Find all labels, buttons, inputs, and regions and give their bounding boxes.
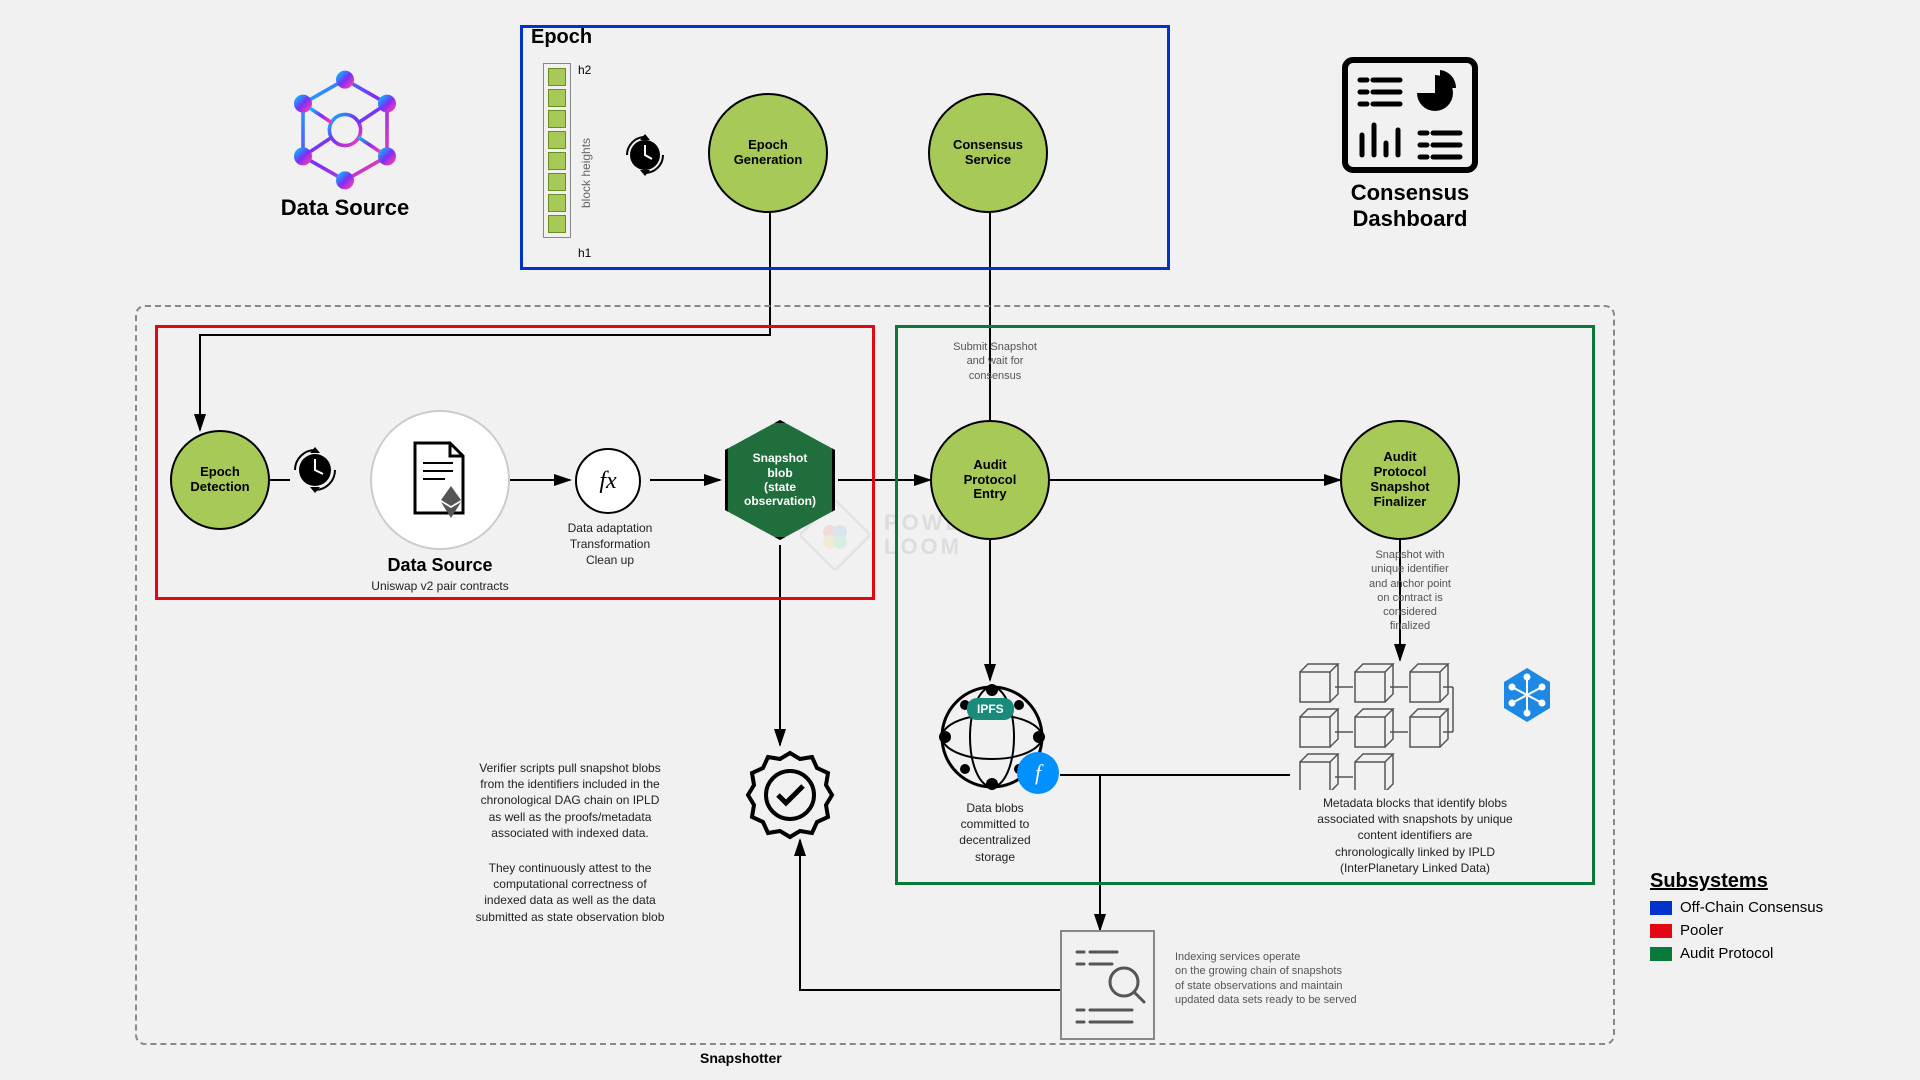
boxes-grid-icon bbox=[1295, 660, 1495, 790]
metadata-caption: Metadata blocks that identify blobs asso… bbox=[1270, 795, 1560, 876]
fx-caption: Data adaptation Transformation Clean up bbox=[545, 520, 675, 569]
h2-label: h2 bbox=[578, 63, 591, 77]
network-icon bbox=[285, 70, 405, 190]
search-document-icon bbox=[1062, 932, 1157, 1042]
clock-loop-icon bbox=[618, 128, 673, 183]
dashboard-icon bbox=[1340, 55, 1480, 175]
snapshot-blob-node: Snapshot blob (state observation) bbox=[725, 420, 835, 540]
filecoin-badge: f bbox=[1017, 752, 1059, 794]
verifier-seal-icon bbox=[740, 745, 840, 845]
audit-entry-node: Audit Protocol Entry bbox=[930, 420, 1050, 540]
legend: Subsystems Off-Chain Consensus Pooler Au… bbox=[1650, 870, 1823, 962]
metadata-grid bbox=[1295, 660, 1495, 795]
legend-pooler: Pooler bbox=[1650, 922, 1823, 939]
ipld-hex-icon bbox=[1500, 665, 1555, 730]
audit-entry-label: Audit Protocol Entry bbox=[964, 458, 1017, 503]
data-source-title: Data Source bbox=[265, 195, 425, 221]
epoch-detection-node: Epoch Detection bbox=[170, 430, 270, 530]
epoch-generation-label: Epoch Generation bbox=[734, 138, 803, 168]
ipfs-caption: Data blobs committed to decentralized st… bbox=[915, 800, 1075, 865]
data-source-circle bbox=[370, 410, 510, 550]
epoch-title: Epoch bbox=[531, 26, 592, 49]
verifier-text-1: Verifier scripts pull snapshot blobs fro… bbox=[420, 760, 720, 841]
indexer-doc-icon bbox=[1060, 930, 1155, 1040]
document-eth-icon bbox=[405, 438, 475, 523]
consensus-service-label: Consensus Service bbox=[953, 138, 1023, 168]
finalizer-label: Audit Protocol Snapshot Finalizer bbox=[1370, 450, 1429, 510]
legend-pooler-label: Pooler bbox=[1680, 922, 1723, 939]
fx-node: fx bbox=[575, 448, 641, 514]
legend-audit: Audit Protocol bbox=[1650, 945, 1823, 962]
legend-offchain: Off-Chain Consensus bbox=[1650, 899, 1823, 916]
indexer-caption: Indexing services operate on the growing… bbox=[1175, 950, 1445, 1007]
finalizer-caption: Snapshot with unique identifier and anch… bbox=[1340, 548, 1480, 634]
epoch-generation-node: Epoch Generation bbox=[708, 93, 828, 213]
block-heights-stack bbox=[543, 63, 571, 238]
consensus-dashboard: Consensus Dashboard bbox=[1310, 55, 1510, 232]
ipfs-badge: IPFS bbox=[967, 698, 1014, 720]
verifier-text-2: They continuously attest to the computat… bbox=[420, 860, 720, 925]
dashboard-title-1: Consensus bbox=[1310, 180, 1510, 206]
finalizer-node: Audit Protocol Snapshot Finalizer bbox=[1340, 420, 1460, 540]
epoch-box: Epoch h2 h1 block heights Epoch Generati bbox=[520, 25, 1170, 270]
data-source-header: Data Source bbox=[265, 70, 425, 221]
legend-offchain-label: Off-Chain Consensus bbox=[1680, 899, 1823, 916]
fx-label: fx bbox=[599, 468, 616, 495]
block-heights-label: block heights bbox=[579, 138, 593, 208]
data-source-sub: Uniswap v2 pair contracts bbox=[350, 578, 530, 594]
ipfs-block: IPFS f bbox=[935, 680, 1050, 800]
clock-loop-icon-2 bbox=[285, 440, 345, 500]
h1-label: h1 bbox=[578, 246, 591, 260]
dashboard-title-2: Dashboard bbox=[1310, 206, 1510, 232]
consensus-service-node: Consensus Service bbox=[928, 93, 1048, 213]
legend-audit-label: Audit Protocol bbox=[1680, 945, 1773, 962]
epoch-detection-label: Epoch Detection bbox=[190, 465, 249, 495]
snapshotter-label: Snapshotter bbox=[700, 1050, 782, 1066]
data-source-label: Data Source bbox=[370, 555, 510, 576]
legend-title: Subsystems bbox=[1650, 870, 1823, 893]
submit-caption: Submit Snapshot and wait for consensus bbox=[935, 340, 1055, 383]
snapshot-blob-label: Snapshot blob (state observation) bbox=[744, 451, 816, 509]
